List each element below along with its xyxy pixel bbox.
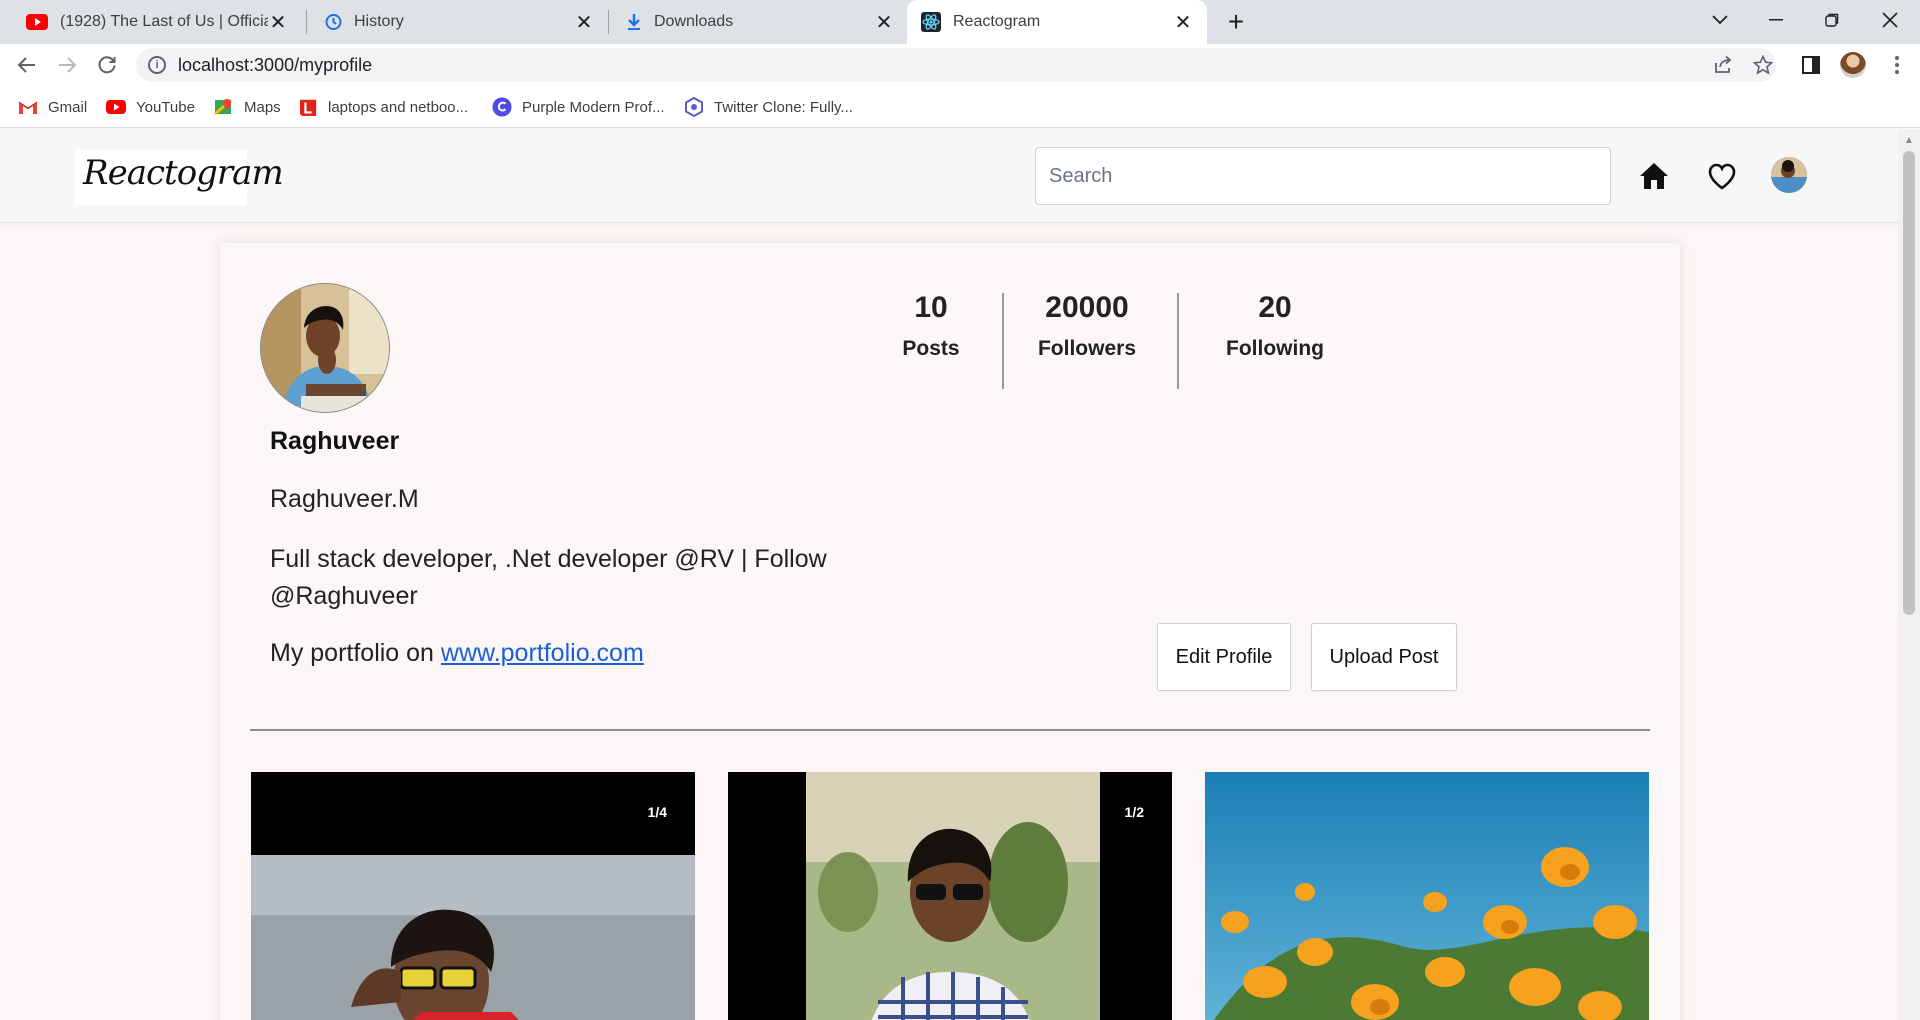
portfolio-prefix: My portfolio on bbox=[270, 639, 434, 667]
youtube-icon bbox=[106, 100, 126, 114]
browser-toolbar: i localhost:3000/myprofile bbox=[0, 44, 1920, 86]
following-label: Following bbox=[1226, 337, 1324, 360]
bookmark-gmail[interactable]: Gmail bbox=[18, 96, 87, 118]
profile-bio: Full stack developer, .Net developer @RV… bbox=[270, 545, 827, 610]
stat-divider bbox=[1177, 293, 1179, 389]
tab-title: Reactogram bbox=[953, 13, 1041, 30]
restore-icon[interactable] bbox=[1812, 4, 1852, 36]
posts-count: 10 bbox=[914, 291, 948, 324]
bookmark-laptops[interactable]: laptops and netboo... bbox=[300, 96, 468, 118]
bookmark-label: Gmail bbox=[48, 98, 88, 116]
close-tab-icon[interactable]: ✕ bbox=[574, 10, 594, 35]
bookmark-label: Maps bbox=[244, 98, 281, 116]
home-icon[interactable] bbox=[1639, 161, 1669, 191]
browser-menu-icon[interactable] bbox=[1886, 54, 1908, 76]
download-icon bbox=[628, 14, 640, 30]
followers-label: Followers bbox=[1037, 337, 1137, 360]
bookmark-star-icon[interactable] bbox=[1752, 54, 1774, 76]
bookmark-purple[interactable]: Purple Modern Prof... bbox=[492, 96, 665, 118]
youtube-icon bbox=[26, 14, 48, 30]
stat-following[interactable]: 20 Following bbox=[1195, 291, 1355, 361]
section-divider bbox=[250, 729, 1650, 731]
close-window-icon[interactable] bbox=[1870, 4, 1910, 36]
browser-tabstrip: (1928) The Last of Us | Official Tra ✕ H… bbox=[0, 0, 1920, 44]
carousel-count-badge: 1/2 bbox=[1124, 804, 1144, 820]
profile-avatar bbox=[260, 283, 390, 413]
app-logo[interactable]: Reactogram bbox=[75, 149, 284, 205]
stat-followers[interactable]: 20000 Followers bbox=[1012, 291, 1162, 361]
upload-post-button[interactable]: Upload Post bbox=[1311, 623, 1457, 691]
avatar[interactable] bbox=[1771, 157, 1807, 193]
bookmark-twitter-clone[interactable]: Twitter Clone: Fully... bbox=[684, 96, 853, 118]
portfolio-link[interactable]: www.portfolio.com bbox=[441, 639, 644, 667]
heart-icon[interactable] bbox=[1707, 162, 1737, 192]
browser-tab-reactogram[interactable]: Reactogram ✕ bbox=[907, 0, 1207, 44]
browser-tab-youtube[interactable]: (1928) The Last of Us | Official Tra ✕ bbox=[12, 0, 302, 44]
profile-fullname: Raghuveer.M bbox=[270, 485, 419, 513]
bookmark-site-icon bbox=[685, 97, 703, 117]
post-image bbox=[1205, 772, 1649, 1020]
lenovo-icon bbox=[300, 99, 317, 116]
carousel-count-badge: 1/4 bbox=[647, 804, 667, 820]
tab-separator bbox=[306, 10, 307, 34]
site-info-icon[interactable]: i bbox=[148, 56, 166, 74]
posts-label: Posts bbox=[902, 337, 960, 360]
tab-title: (1928) The Last of Us | Official Tra bbox=[60, 13, 268, 30]
bookmark-label: Purple Modern Prof... bbox=[522, 98, 665, 116]
post-image bbox=[728, 772, 1172, 1020]
share-icon[interactable] bbox=[1712, 54, 1734, 76]
edit-profile-button[interactable]: Edit Profile bbox=[1157, 623, 1291, 691]
post-image bbox=[251, 772, 695, 1020]
stat-posts[interactable]: 10 Posts bbox=[856, 291, 1006, 361]
profile-portfolio: My portfolio on www.portfolio.com bbox=[270, 639, 644, 668]
reload-icon[interactable] bbox=[92, 50, 122, 80]
side-panel-icon[interactable] bbox=[1800, 54, 1822, 76]
stat-divider bbox=[1002, 293, 1004, 389]
forward-icon[interactable] bbox=[52, 50, 82, 80]
tab-title: History bbox=[354, 13, 404, 30]
close-tab-icon[interactable]: ✕ bbox=[874, 10, 894, 35]
new-tab-button[interactable]: + bbox=[1222, 8, 1250, 36]
tab-title: Downloads bbox=[654, 13, 734, 30]
react-icon bbox=[921, 12, 941, 32]
followers-count: 20000 bbox=[1045, 291, 1129, 324]
scroll-up-arrow-icon[interactable]: ▲ bbox=[1898, 135, 1920, 147]
canva-icon bbox=[492, 97, 512, 117]
bookmark-label: laptops and netboo... bbox=[328, 98, 469, 116]
browser-tab-history[interactable]: History ✕ bbox=[310, 0, 608, 44]
bookmark-label: YouTube bbox=[136, 98, 195, 116]
close-tab-icon[interactable]: ✕ bbox=[268, 10, 288, 35]
browser-profile-avatar[interactable] bbox=[1840, 52, 1866, 78]
following-count: 20 bbox=[1258, 291, 1292, 324]
profile-card: 10 Posts 20000 Followers 20 Following Rag… bbox=[220, 243, 1680, 1020]
scrollbar-thumb[interactable] bbox=[1903, 151, 1915, 615]
history-icon bbox=[325, 14, 342, 30]
back-icon[interactable] bbox=[12, 50, 42, 80]
bookmark-youtube[interactable]: YouTube bbox=[106, 96, 195, 118]
close-tab-icon[interactable]: ✕ bbox=[1173, 10, 1193, 35]
maps-icon bbox=[214, 99, 232, 115]
bookmark-label: Twitter Clone: Fully... bbox=[714, 98, 853, 116]
logo-text: Reactogram bbox=[83, 153, 284, 193]
app-navbar: Reactogram bbox=[0, 129, 1898, 223]
url-text: localhost:3000/myprofile bbox=[178, 55, 373, 75]
minimize-icon[interactable] bbox=[1756, 4, 1796, 36]
profile-username: Raghuveer bbox=[270, 427, 400, 455]
browser-tab-downloads[interactable]: Downloads ✕ bbox=[612, 0, 908, 44]
bookmarks-bar: Gmail YouTube Maps laptops and netboo...… bbox=[0, 86, 1920, 128]
gmail-icon bbox=[18, 101, 38, 114]
bookmark-maps[interactable]: Maps bbox=[214, 96, 281, 118]
page-viewport: Reactogram 10 Posts bbox=[0, 129, 1898, 1020]
address-bar[interactable]: i localhost:3000/myprofile bbox=[136, 48, 1776, 82]
post-thumbnail[interactable] bbox=[1205, 772, 1649, 1020]
tab-search-icon[interactable] bbox=[1700, 4, 1740, 36]
post-thumbnail[interactable]: 1/2 bbox=[728, 772, 1172, 1020]
search-input[interactable] bbox=[1035, 147, 1611, 205]
tab-separator bbox=[608, 10, 609, 34]
post-thumbnail[interactable]: 1/4 bbox=[251, 772, 695, 1020]
page-scrollbar[interactable]: ▲ bbox=[1898, 129, 1920, 1020]
